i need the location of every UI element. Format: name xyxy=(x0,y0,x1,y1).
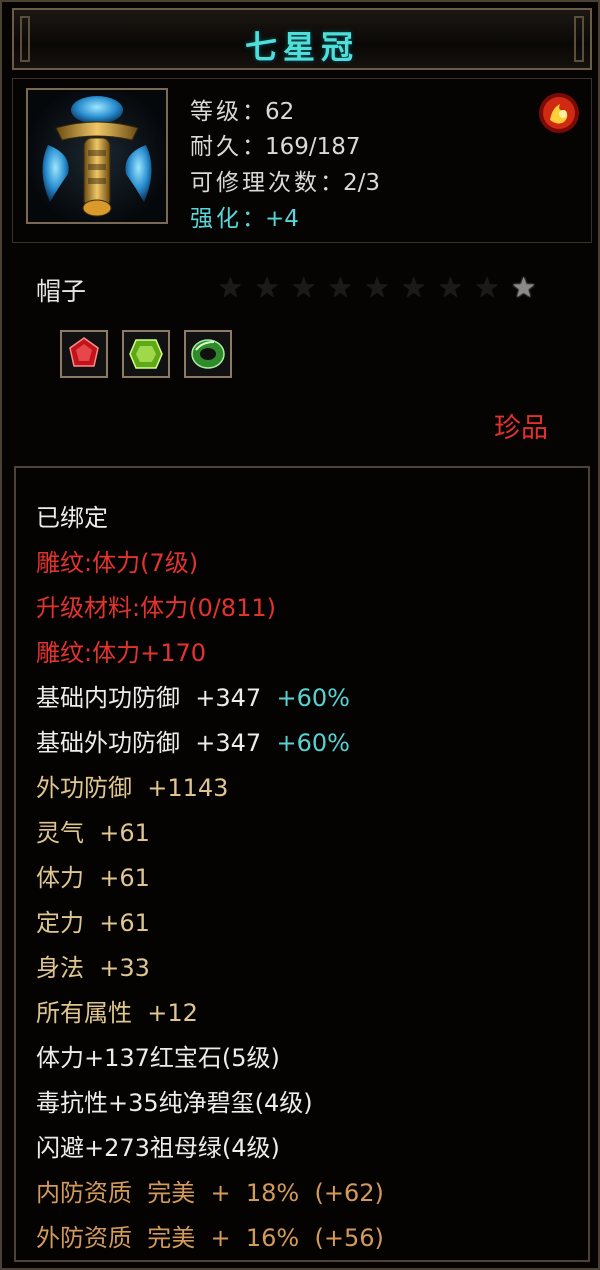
agility-line: 身法 +33 xyxy=(36,954,150,982)
stat-level: 等级：62 xyxy=(190,99,295,125)
engraving-bonus-line: 雕纹:体力+170 xyxy=(36,639,207,667)
star-icon: ★ xyxy=(217,270,243,304)
base-outer-defense-line: 基础外功防御 +347 +60% xyxy=(36,729,350,757)
stamina-line: 体力 +61 xyxy=(36,864,150,892)
green-peridot-gem-icon[interactable] xyxy=(122,330,170,378)
crown-helmet-icon xyxy=(42,96,152,217)
emerald-gem-bonus-line: 闪避+273祖母绿(4级) xyxy=(36,1134,280,1162)
star-icon: ★ xyxy=(437,270,463,304)
item-type-label: 帽子 xyxy=(36,277,87,306)
stat-durability: 耐久：169/187 xyxy=(190,134,361,160)
outer-defense-line: 外功防御 +1143 xyxy=(36,774,229,802)
rarity-label: 珍品 xyxy=(494,413,548,444)
title-bar: 七星冠 xyxy=(12,8,592,70)
star-icon: ★ xyxy=(254,270,280,304)
flame-emblem-icon xyxy=(536,90,582,136)
star-icon: ★ xyxy=(364,270,390,304)
green-jade-ring-icon[interactable] xyxy=(184,330,232,378)
stat-repairs: 可修理次数：2/3 xyxy=(190,170,381,196)
upgrade-material-line: 升级材料:体力(0/811) xyxy=(36,594,276,622)
star-icon: ★ xyxy=(401,270,427,304)
bound-status: 已绑定 xyxy=(36,504,108,532)
star-icon: ★ xyxy=(511,270,537,304)
inner-defense-quality-line: 内防资质 完美 + 18% (+62) xyxy=(36,1179,384,1207)
item-name: 七星冠 xyxy=(244,28,359,66)
engraving-line: 雕纹:体力(7级) xyxy=(36,549,199,577)
outer-defense-quality-line: 外防资质 完美 + 16% (+56) xyxy=(36,1224,384,1252)
tourmaline-gem-bonus-line: 毒抗性+35纯净碧玺(4级) xyxy=(36,1089,313,1117)
all-attributes-line: 所有属性 +12 xyxy=(36,999,198,1027)
star-icon: ★ xyxy=(327,270,353,304)
spirit-line: 灵气 +61 xyxy=(36,819,150,847)
stat-enhance: 强化：+4 xyxy=(190,206,299,232)
star-rating: ★ ★ ★ ★ ★ ★ ★ ★ ★ xyxy=(212,270,542,304)
star-icon: ★ xyxy=(474,270,500,304)
focus-line: 定力 +61 xyxy=(36,909,150,937)
ruby-gem-bonus-line: 体力+137红宝石(5级) xyxy=(36,1044,280,1072)
star-icon: ★ xyxy=(291,270,317,304)
item-tooltip: 七星冠 等级：62 耐久：169/187 可修理次数：2/3 强化：+4 帽子 … xyxy=(0,0,600,1270)
base-inner-defense-line: 基础内功防御 +347 +60% xyxy=(36,684,350,712)
red-ruby-gem-icon[interactable] xyxy=(60,330,108,378)
item-image xyxy=(26,88,168,224)
